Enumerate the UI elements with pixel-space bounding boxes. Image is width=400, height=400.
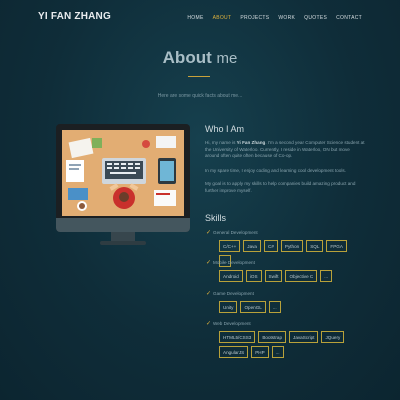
monitor-chin bbox=[56, 218, 190, 232]
skill-tag: SQL bbox=[306, 240, 324, 252]
skill-tag: JQuery bbox=[321, 331, 345, 343]
monitor-stand bbox=[100, 241, 146, 245]
page-background: YI FAN ZHANG HOME ABOUT PROJECTS WORK QU… bbox=[0, 0, 400, 400]
check-icon: ✓ bbox=[206, 291, 212, 297]
skill-tag: Swift bbox=[264, 270, 283, 282]
nav-work[interactable]: WORK bbox=[278, 15, 295, 21]
skill-tag: Bootstrap bbox=[258, 331, 287, 343]
section-title-strong: About bbox=[162, 48, 212, 67]
who-intro-paragraph: Hi, my name is Yi Fan Zhang. I'm a secon… bbox=[205, 140, 365, 160]
monitor-frame bbox=[56, 124, 190, 232]
title-underline bbox=[188, 76, 210, 77]
skill-tag: Python bbox=[280, 240, 304, 252]
desk-scene-icon bbox=[62, 130, 184, 216]
nav-home[interactable]: HOME bbox=[187, 15, 203, 21]
who-goal-paragraph: My goal is to apply my skills to help co… bbox=[205, 181, 356, 193]
navbar: YI FAN ZHANG HOME ABOUT PROJECTS WORK QU… bbox=[0, 0, 400, 34]
skill-tags-mobile: Android iOS Swift Objective C ... bbox=[219, 270, 359, 282]
skill-tag: HTML5/CSS3 bbox=[219, 331, 256, 343]
section-title: About me bbox=[0, 48, 400, 68]
skill-tag: JavaScript bbox=[289, 331, 319, 343]
nav-projects[interactable]: PROJECTS bbox=[240, 15, 269, 21]
skill-category-label: Mobile Development bbox=[213, 260, 255, 265]
skill-category-mobile: ✓ Mobile Development bbox=[206, 260, 255, 266]
skill-tag: C# bbox=[264, 240, 278, 252]
skill-tag: C/C++ bbox=[219, 240, 241, 252]
skill-category-label: General Development bbox=[213, 230, 258, 235]
skill-tag: iOS bbox=[245, 270, 262, 282]
skill-tag-more[interactable]: ... bbox=[268, 301, 281, 313]
nav-menu: HOME ABOUT PROJECTS WORK QUOTES CONTACT bbox=[187, 15, 362, 21]
skill-category-game: ✓ Game Development bbox=[206, 291, 254, 297]
skill-category-label: Game Development bbox=[213, 291, 254, 296]
intro-name: Yi Fan Zhang bbox=[236, 140, 266, 145]
monitor-illustration bbox=[56, 124, 190, 246]
skill-tag: PHP bbox=[251, 346, 269, 358]
skill-category-label: Web Development bbox=[213, 321, 251, 326]
skill-tag: Unity bbox=[219, 301, 238, 313]
skill-category-general: ✓ General Development bbox=[206, 230, 258, 236]
brand-logo[interactable]: YI FAN ZHANG bbox=[38, 11, 111, 22]
skill-tag: Android bbox=[219, 270, 243, 282]
desk-illustration bbox=[62, 130, 184, 216]
check-icon: ✓ bbox=[206, 230, 212, 236]
skill-tags-web: HTML5/CSS3 Bootstrap JavaScript JQuery A… bbox=[219, 331, 359, 358]
skill-tag: Java bbox=[243, 240, 261, 252]
skill-tag: AngularJS bbox=[219, 346, 249, 358]
section-subtitle: Here are some quick facts about me... bbox=[157, 93, 243, 99]
check-icon: ✓ bbox=[206, 321, 212, 327]
skill-tags-game: Unity OpenGL ... bbox=[219, 301, 359, 313]
nav-contact[interactable]: CONTACT bbox=[336, 15, 362, 21]
intro-prefix: Hi, my name is bbox=[205, 140, 237, 145]
nav-about[interactable]: ABOUT bbox=[213, 15, 232, 21]
skill-tag-more[interactable]: ... bbox=[271, 346, 284, 358]
skills-heading: Skills bbox=[205, 213, 227, 223]
check-icon: ✓ bbox=[206, 260, 212, 266]
section-title-light: me bbox=[216, 50, 238, 67]
skill-tag: OpenGL bbox=[240, 301, 266, 313]
who-spare-time-paragraph: In my spare time, I enjoy coding and lea… bbox=[205, 168, 346, 173]
nav-quotes[interactable]: QUOTES bbox=[304, 15, 327, 21]
who-heading: Who I Am bbox=[205, 124, 245, 134]
skill-tag-more[interactable]: ... bbox=[320, 270, 333, 282]
skill-tag: Objective C bbox=[285, 270, 318, 282]
skill-tag: FPGA bbox=[326, 240, 347, 252]
skill-category-web: ✓ Web Development bbox=[206, 321, 251, 327]
